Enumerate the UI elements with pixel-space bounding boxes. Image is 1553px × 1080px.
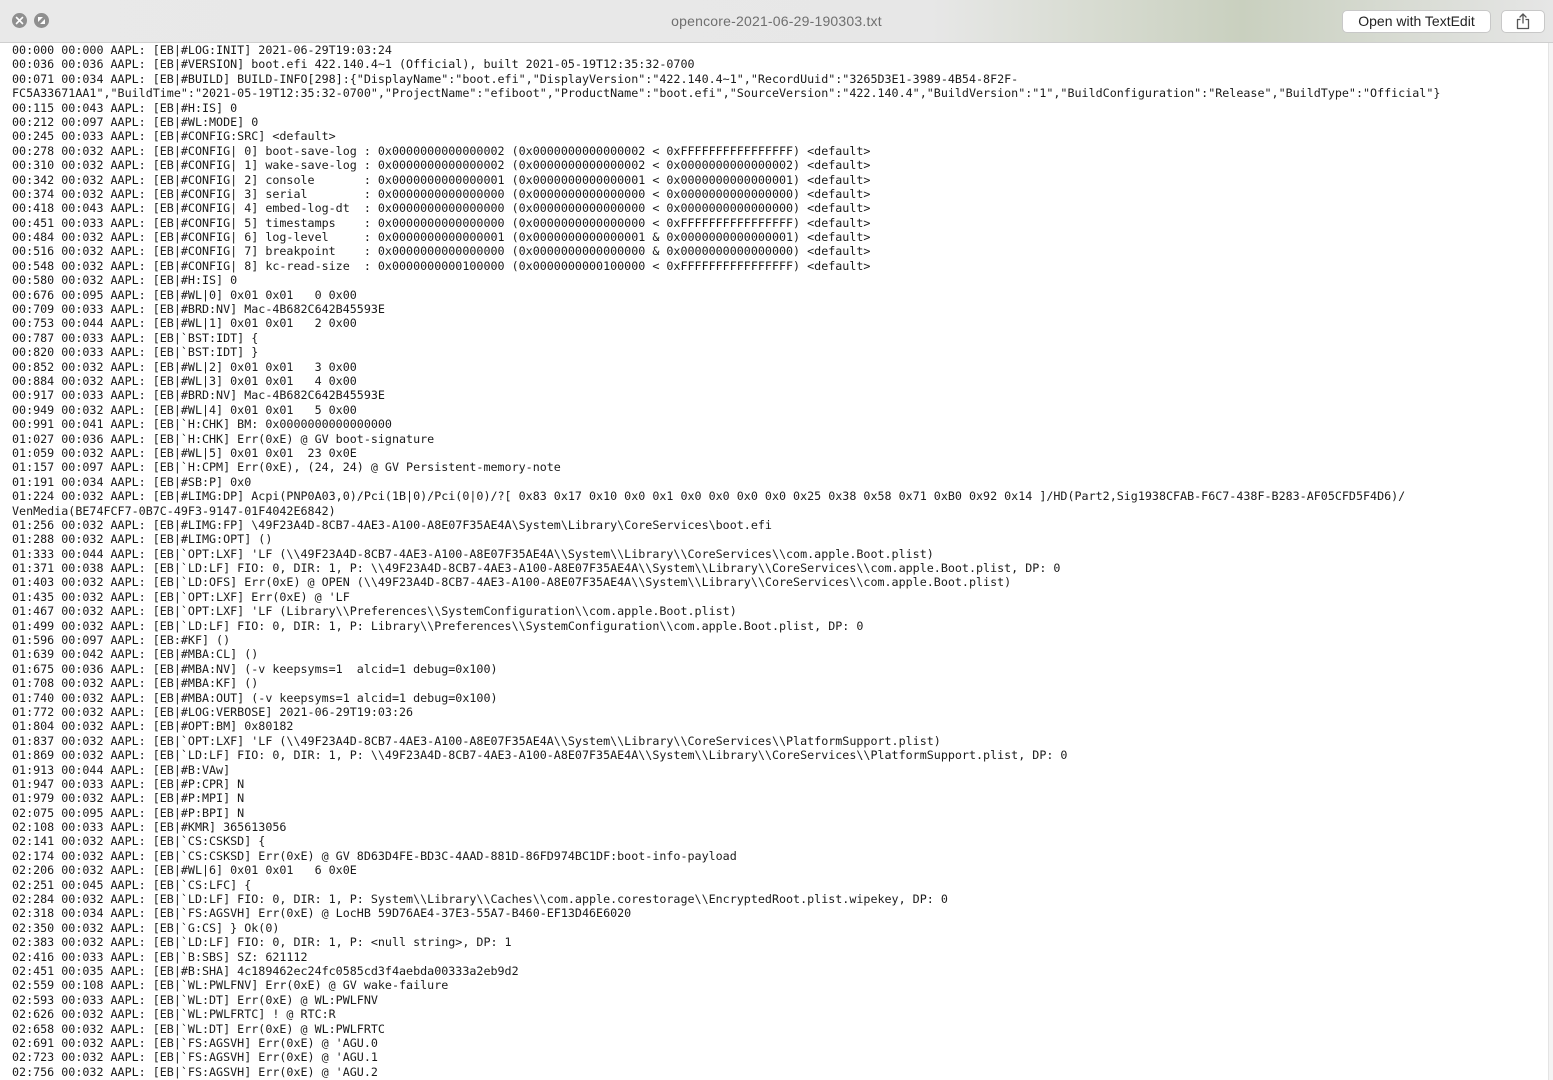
log-line: 02:756 00:032 AAPL: [EB|`FS:AGSVH] Err(0… [12,1064,378,1079]
log-line: 01:435 00:032 AAPL: [EB|`OPT:LXF] Err(0x… [12,589,350,604]
log-line: 01:947 00:033 AAPL: [EB|#P:CPR] N [12,776,245,791]
log-line: VenMedia(BE74FCF7-0B7C-49F3-9147-01F4042… [12,503,336,518]
log-line: 02:108 00:033 AAPL: [EB|#KMR] 365613056 [12,820,287,835]
log-line: 02:284 00:032 AAPL: [EB|`LD:LF] FIO: 0, … [12,892,948,907]
log-line: 01:913 00:044 AAPL: [EB|#B:VAw] [12,762,231,777]
log-line: 02:206 00:032 AAPL: [EB|#WL|6] 0x01 0x01… [12,863,357,878]
log-line: 00:212 00:097 AAPL: [EB|#WL:MODE] 0 [12,114,259,129]
log-line: 02:141 00:032 AAPL: [EB|`CS:CSKSD] { [12,834,266,849]
log-line: 02:559 00:108 AAPL: [EB|`WL:PWLFNV] Err(… [12,978,449,993]
log-line: 02:174 00:032 AAPL: [EB|`CS:CSKSD] Err(0… [12,848,737,863]
log-line: 01:639 00:042 AAPL: [EB|#MBA:CL] () [12,647,259,662]
log-line: 00:278 00:032 AAPL: [EB|#CONFIG| 0] boot… [12,143,871,158]
share-button[interactable] [1501,10,1545,33]
log-line: 01:499 00:032 AAPL: [EB|`LD:LF] FIO: 0, … [12,618,864,633]
log-line: 01:708 00:032 AAPL: [EB|#MBA:KF] () [12,676,259,691]
share-icon [1516,13,1530,30]
log-line: 00:753 00:044 AAPL: [EB|#WL|1] 0x01 0x01… [12,316,357,331]
log-line: 02:251 00:045 AAPL: [EB|`CS:LFC] { [12,877,252,892]
log-line: 02:383 00:032 AAPL: [EB|`LD:LF] FIO: 0, … [12,935,512,950]
log-line: 01:256 00:032 AAPL: [EB|#LIMG:FP] \49F23… [12,517,772,532]
log-line: 01:157 00:097 AAPL: [EB|`H:CPM] Err(0xE)… [12,460,561,475]
quicklook-window: opencore-2021-06-29-190303.txt Open with… [0,0,1553,1080]
log-line: 00:516 00:032 AAPL: [EB|#CONFIG| 7] brea… [12,244,871,259]
log-line: 00:036 00:036 AAPL: [EB|#VERSION] boot.e… [12,57,695,72]
log-line: 00:071 00:034 AAPL: [EB|#BUILD] BUILD-IN… [12,71,1019,86]
window-title: opencore-2021-06-29-190303.txt [671,13,882,29]
log-line: 00:548 00:032 AAPL: [EB|#CONFIG| 8] kc-r… [12,258,871,273]
log-line: 01:191 00:034 AAPL: [EB|#SB:P] 0x0 [12,474,252,489]
log-line: 01:371 00:038 AAPL: [EB|`LD:LF] FIO: 0, … [12,561,1061,576]
log-line: 02:691 00:032 AAPL: [EB|`FS:AGSVH] Err(0… [12,1035,378,1050]
log-line: 01:740 00:032 AAPL: [EB|#MBA:OUT] (-v ke… [12,690,498,705]
log-line: 00:451 00:033 AAPL: [EB|#CONFIG| 5] time… [12,215,871,230]
log-line: 00:949 00:032 AAPL: [EB|#WL|4] 0x01 0x01… [12,402,357,417]
log-line: 01:224 00:032 AAPL: [EB|#LIMG:DP] Acpi(P… [12,489,1406,504]
log-line: 01:467 00:032 AAPL: [EB|`OPT:LXF] 'LF (L… [12,604,737,619]
log-line: 02:658 00:032 AAPL: [EB|`WL:DT] Err(0xE)… [12,1021,385,1036]
log-line: 02:593 00:033 AAPL: [EB|`WL:DT] Err(0xE)… [12,992,378,1007]
open-with-textedit-button[interactable]: Open with TextEdit [1342,10,1491,33]
log-line: 01:837 00:032 AAPL: [EB|`OPT:LXF] 'LF (\… [12,733,941,748]
log-line: 00:374 00:032 AAPL: [EB|#CONFIG| 3] seri… [12,186,871,201]
log-line: 00:418 00:043 AAPL: [EB|#CONFIG| 4] embe… [12,201,871,216]
log-line: 00:115 00:043 AAPL: [EB|#H:IS] 0 [12,100,238,115]
log-line: 01:596 00:097 AAPL: [EB:#KF] () [12,633,231,648]
log-line: FC5A33671AA1","BuildTime":"2021-05-19T12… [12,86,1441,101]
log-line: 00:991 00:041 AAPL: [EB|`H:CHK] BM: 0x00… [12,417,392,432]
log-line: 02:075 00:095 AAPL: [EB|#P:BPI] N [12,805,245,820]
log-line: 00:484 00:032 AAPL: [EB|#CONFIG| 6] log-… [12,230,871,245]
title-bar: opencore-2021-06-29-190303.txt Open with… [0,0,1553,43]
log-line: 01:288 00:032 AAPL: [EB|#LIMG:OPT] () [12,532,273,547]
log-line: 02:723 00:032 AAPL: [EB|`FS:AGSVH] Err(0… [12,1050,378,1065]
log-line: 01:869 00:032 AAPL: [EB|`LD:LF] FIO: 0, … [12,748,1068,763]
log-line: 00:245 00:033 AAPL: [EB|#CONFIG:SRC] <de… [12,129,336,144]
log-line: 00:884 00:032 AAPL: [EB|#WL|3] 0x01 0x01… [12,373,357,388]
log-line: 01:675 00:036 AAPL: [EB|#MBA:NV] (-v kee… [12,661,498,676]
log-line: 00:342 00:032 AAPL: [EB|#CONFIG| 2] cons… [12,172,871,187]
log-line: 00:709 00:033 AAPL: [EB|#BRD:NV] Mac-4B6… [12,302,385,317]
log-line: 01:979 00:032 AAPL: [EB|#P:MPI] N [12,791,245,806]
log-line: 00:820 00:033 AAPL: [EB|`BST:IDT] } [12,345,259,360]
log-line: 01:804 00:032 AAPL: [EB|#OPT:BM] 0x80182 [12,719,294,734]
log-line: 00:310 00:032 AAPL: [EB|#CONFIG| 1] wake… [12,158,871,173]
scrollbar[interactable] [1548,43,1553,1080]
log-line: 00:787 00:033 AAPL: [EB|`BST:IDT] { [12,330,259,345]
log-line: 01:027 00:036 AAPL: [EB|`H:CHK] Err(0xE)… [12,431,435,446]
log-line: 00:917 00:033 AAPL: [EB|#BRD:NV] Mac-4B6… [12,388,385,403]
log-line: 02:451 00:035 AAPL: [EB|#B:SHA] 4c189462… [12,964,519,978]
log-line: 01:772 00:032 AAPL: [EB|#LOG:VERBOSE] 20… [12,704,414,719]
log-line: 01:403 00:032 AAPL: [EB|`LD:OFS] Err(0xE… [12,575,1012,590]
log-line: 02:318 00:034 AAPL: [EB|`FS:AGSVH] Err(0… [12,906,632,921]
log-line: 02:350 00:032 AAPL: [EB|`G:CS] } Ok(0) [12,920,280,935]
log-line: 00:676 00:095 AAPL: [EB|#WL|0] 0x01 0x01… [12,287,357,302]
log-line: 02:416 00:033 AAPL: [EB|`B:SBS] SZ: 6211… [12,949,308,964]
log-text-area[interactable]: 00:000 00:000 AAPL: [EB|#LOG:INIT] 2021-… [0,43,1548,1080]
log-text: 00:000 00:000 AAPL: [EB|#LOG:INIT] 2021-… [0,43,1548,1079]
log-line: 00:580 00:032 AAPL: [EB|#H:IS] 0 [12,273,238,288]
log-line: 01:333 00:044 AAPL: [EB|`OPT:LXF] 'LF (\… [12,546,934,561]
log-line: 01:059 00:032 AAPL: [EB|#WL|5] 0x01 0x01… [12,445,357,460]
log-line: 00:000 00:000 AAPL: [EB|#LOG:INIT] 2021-… [12,43,392,57]
log-line: 00:852 00:032 AAPL: [EB|#WL|2] 0x01 0x01… [12,359,357,374]
log-line: 02:626 00:032 AAPL: [EB|`WL:PWLFRTC] ! @… [12,1007,336,1022]
